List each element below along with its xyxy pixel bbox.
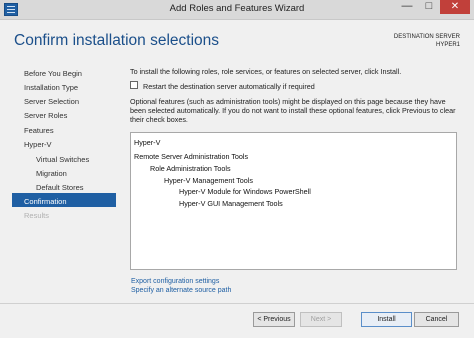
nav-item-features[interactable]: Features: [24, 126, 54, 135]
feature-item: Hyper-V Module for Windows PowerShell: [179, 187, 311, 196]
nav-item-server-roles[interactable]: Server Roles: [24, 111, 67, 120]
feature-item: Hyper-V Management Tools: [164, 176, 253, 185]
nav-item-confirmation[interactable]: Confirmation: [24, 197, 67, 206]
wizard-nav: Before You Begin Installation Type Serve…: [0, 64, 118, 314]
cancel-button[interactable]: Cancel: [414, 312, 459, 327]
nav-item-before-you-begin[interactable]: Before You Begin: [24, 69, 82, 78]
restart-checkbox-label[interactable]: Restart the destination server automatic…: [143, 82, 315, 91]
feature-item: Hyper-V GUI Management Tools: [179, 199, 283, 208]
previous-button[interactable]: < Previous: [253, 312, 295, 327]
page-title: Confirm installation selections: [14, 32, 220, 49]
feature-list-box[interactable]: Hyper-V Remote Server Administration Too…: [130, 132, 457, 270]
close-button[interactable]: ✕: [440, 0, 470, 14]
nav-item-virtual-switches[interactable]: Virtual Switches: [36, 155, 89, 164]
feature-item: Role Administration Tools: [150, 164, 231, 173]
export-configuration-link[interactable]: Export configuration settings: [131, 278, 219, 285]
feature-item: Remote Server Administration Tools: [134, 152, 249, 161]
maximize-button[interactable]: □: [418, 0, 440, 14]
nav-item-results: Results: [24, 211, 50, 220]
nav-item-default-stores[interactable]: Default Stores: [36, 183, 84, 192]
next-button[interactable]: Next >: [300, 312, 342, 327]
wizard-window: Add Roles and Features Wizard — □ ✕ Conf…: [0, 0, 474, 338]
title-bar[interactable]: Add Roles and Features Wizard — □ ✕: [0, 0, 474, 20]
destination-server-info: DESTINATION SERVER HYPER1: [394, 33, 460, 49]
install-button[interactable]: Install: [361, 312, 412, 327]
optional-note-line-1: Optional features (such as administratio…: [130, 97, 446, 106]
minimize-button[interactable]: —: [396, 0, 418, 14]
optional-note-line-2: been selected automatically. If you do n…: [130, 106, 456, 115]
nav-item-migration[interactable]: Migration: [36, 169, 67, 178]
nav-item-server-selection[interactable]: Server Selection: [24, 97, 79, 106]
nav-item-installation-type[interactable]: Installation Type: [24, 83, 78, 92]
wizard-header: Confirm installation selections DESTINAT…: [0, 20, 474, 64]
destination-label: DESTINATION SERVER: [393, 34, 460, 40]
destination-server-name: HYPER1: [435, 42, 460, 48]
alternate-source-link[interactable]: Specify an alternate source path: [131, 287, 231, 294]
footer-divider: [0, 303, 474, 304]
intro-text: To install the following roles, role ser…: [130, 67, 402, 76]
nav-item-hyper-v[interactable]: Hyper-V: [24, 140, 52, 149]
feature-item: Hyper-V: [134, 138, 161, 147]
restart-checkbox[interactable]: [130, 81, 138, 89]
optional-note-line-3: their check boxes.: [130, 115, 188, 124]
